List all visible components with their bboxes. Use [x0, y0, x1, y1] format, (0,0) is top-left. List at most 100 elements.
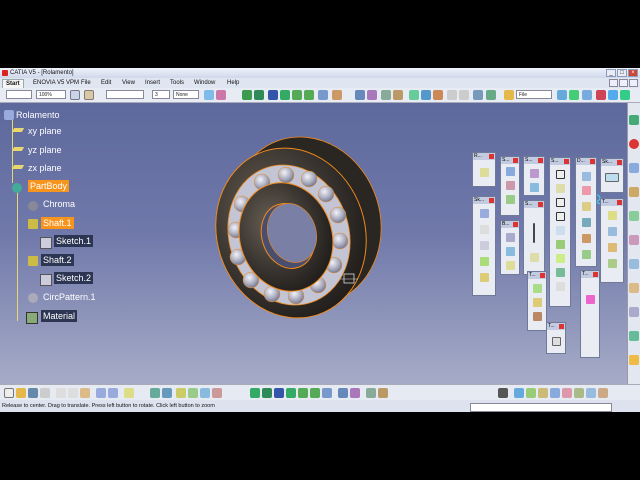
toolbar-panel[interactable]: T... [527, 271, 547, 331]
search-file-field[interactable]: File [516, 90, 552, 99]
tool-icon[interactable] [480, 241, 489, 250]
zoom-in-icon[interactable] [292, 90, 302, 100]
tool-icon[interactable] [608, 211, 617, 220]
tool-icon[interactable] [150, 388, 160, 398]
tool-icon[interactable] [533, 312, 542, 321]
close-icon[interactable] [593, 272, 598, 277]
close-icon[interactable] [538, 158, 543, 163]
tool-icon[interactable] [608, 243, 617, 252]
menu-enovia[interactable]: ENOVIA V5 VPM [33, 78, 79, 88]
tool-icon[interactable] [552, 337, 561, 346]
pan-icon[interactable] [268, 90, 278, 100]
tool-icon[interactable] [538, 388, 548, 398]
tool-icon[interactable] [480, 209, 489, 218]
sketch-icon[interactable] [409, 90, 419, 100]
minimize-icon[interactable]: _ [606, 69, 616, 77]
paste-icon[interactable] [80, 388, 90, 398]
tool-icon[interactable] [629, 211, 639, 221]
tool-icon[interactable] [556, 170, 565, 179]
tree-sketch-2[interactable]: Sketch.2 [54, 272, 94, 284]
tools-icon[interactable] [486, 90, 496, 100]
tool-icon[interactable] [582, 218, 591, 227]
tool-icon[interactable] [556, 226, 565, 235]
tool-icon[interactable] [629, 163, 639, 173]
tool-icon[interactable] [506, 167, 515, 176]
zoom-select[interactable]: 100% [36, 90, 66, 99]
tool-icon[interactable] [506, 195, 515, 204]
zoom-out-icon[interactable] [310, 388, 320, 398]
help-icon[interactable] [620, 90, 630, 100]
shading-icon[interactable] [367, 90, 377, 100]
open-icon[interactable] [16, 388, 26, 398]
tool-icon[interactable] [533, 284, 542, 293]
menu-insert[interactable]: Insert [145, 78, 160, 88]
tool-icon[interactable] [556, 268, 565, 277]
tree-sketch-1[interactable]: Sketch.1 [54, 235, 94, 247]
tool-icon[interactable] [480, 257, 489, 266]
toolbar-panel[interactable]: D... [575, 157, 597, 267]
normal-view-icon[interactable] [318, 90, 328, 100]
toolbar-panel[interactable]: Sk... [600, 158, 624, 193]
tool-icon[interactable] [582, 186, 591, 195]
line-tool-icon[interactable] [533, 223, 535, 243]
power-icon[interactable] [596, 90, 606, 100]
tree-yz-plane[interactable]: yz plane [28, 144, 62, 156]
close-icon[interactable] [559, 324, 564, 329]
tool-icon[interactable] [188, 388, 198, 398]
tool-icon[interactable] [629, 259, 639, 269]
menu-window[interactable]: Window [194, 78, 215, 88]
material-icon[interactable] [216, 90, 226, 100]
hide-show-icon[interactable] [366, 388, 376, 398]
tree-material[interactable]: Material [41, 310, 78, 322]
fit-all-icon[interactable] [262, 388, 272, 398]
undo-icon[interactable] [447, 90, 457, 100]
tool-icon[interactable] [556, 282, 565, 291]
tool-icon[interactable] [556, 184, 565, 193]
new-icon[interactable] [4, 388, 14, 398]
help-icon[interactable] [124, 388, 134, 398]
properties-icon[interactable] [70, 90, 80, 100]
tool-icon[interactable] [526, 388, 536, 398]
refresh-icon[interactable] [557, 90, 567, 100]
tree-shaft-2[interactable]: Shaft.2 [41, 254, 74, 266]
tool-icon[interactable] [530, 183, 539, 192]
tool-icon[interactable] [212, 388, 222, 398]
tool-icon[interactable] [574, 388, 584, 398]
tree-circpattern-1[interactable]: CircPattern.1 [43, 291, 96, 303]
tool-icon[interactable] [582, 172, 591, 181]
close-icon[interactable] [540, 273, 545, 278]
command-input[interactable] [470, 403, 612, 412]
toolbar-panel[interactable]: S... [523, 200, 545, 275]
close-icon[interactable]: × [628, 69, 638, 77]
normal-view-icon[interactable] [322, 388, 332, 398]
tool-icon[interactable] [556, 198, 565, 207]
replace-icon[interactable] [569, 90, 579, 100]
swap-icon[interactable] [378, 388, 388, 398]
tool-icon[interactable] [586, 295, 595, 304]
close-icon[interactable] [513, 222, 518, 227]
tool-icon[interactable] [629, 355, 639, 365]
tree-root-rolamento[interactable]: Rolamento [16, 109, 60, 121]
toolbar-panel[interactable]: R... [472, 152, 496, 187]
undo-icon[interactable] [96, 388, 106, 398]
globe-icon[interactable] [608, 90, 618, 100]
tree-chroma[interactable]: Chroma [43, 198, 75, 210]
tool-icon[interactable] [506, 181, 515, 190]
update-icon[interactable] [421, 90, 431, 100]
tool-icon[interactable] [582, 250, 591, 259]
toolbar-panel[interactable]: S... [523, 156, 545, 196]
linetype-select[interactable] [106, 90, 144, 99]
toolbar-panel[interactable]: T... [546, 322, 566, 354]
close-icon[interactable] [513, 158, 518, 163]
doc-close-icon[interactable] [629, 79, 638, 87]
menu-file[interactable]: File [81, 78, 91, 88]
stop-icon[interactable] [629, 139, 639, 149]
sketcher-icon[interactable] [605, 173, 619, 182]
cloud-icon[interactable] [582, 90, 592, 100]
format-painter-icon[interactable] [204, 90, 214, 100]
maximize-icon[interactable]: □ [617, 69, 627, 77]
menu-view[interactable]: View [122, 78, 135, 88]
tool-icon[interactable] [629, 283, 639, 293]
pan-icon[interactable] [274, 388, 284, 398]
print-icon[interactable] [40, 388, 50, 398]
